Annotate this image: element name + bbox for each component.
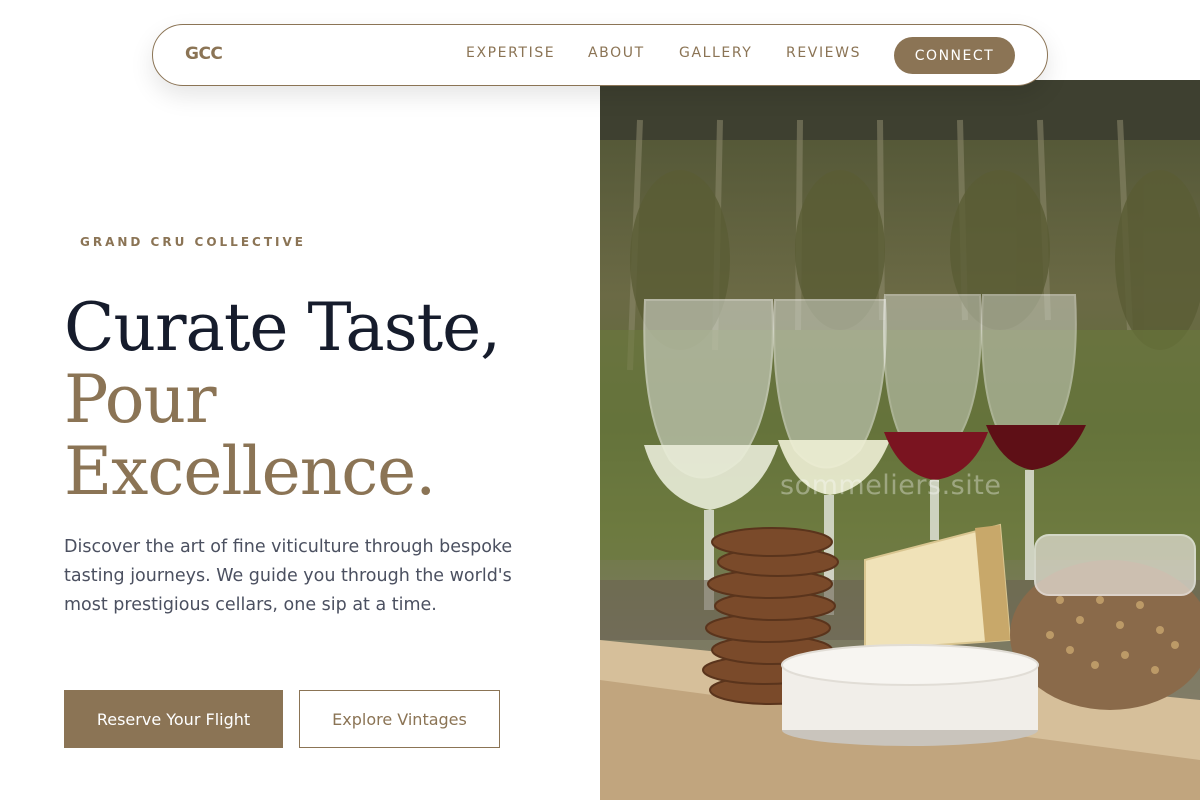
top-navigation: GCC EXPERTISE ABOUT GALLERY REVIEWS CONN… bbox=[152, 24, 1048, 86]
image-watermark: sommeliers.site bbox=[780, 470, 1002, 501]
wine-tasting-illustration bbox=[600, 80, 1200, 800]
reserve-flight-button[interactable]: Reserve Your Flight bbox=[64, 690, 283, 748]
nav-link-about[interactable]: ABOUT bbox=[588, 45, 645, 61]
nav-link-gallery[interactable]: GALLERY bbox=[679, 45, 752, 61]
explore-vintages-button[interactable]: Explore Vintages bbox=[299, 690, 500, 748]
nav-link-reviews[interactable]: REVIEWS bbox=[786, 45, 861, 61]
eyebrow-label: GRAND CRU COLLECTIVE bbox=[80, 235, 306, 249]
connect-button[interactable]: CONNECT bbox=[894, 37, 1015, 74]
headline-line-1: Curate Taste, bbox=[64, 289, 501, 366]
hero-description: Discover the art of fine viticulture thr… bbox=[64, 537, 513, 615]
headline-line-2: Pour bbox=[64, 361, 217, 438]
hero-image: sommeliers.site bbox=[600, 80, 1200, 800]
brand-logo[interactable]: GCC bbox=[185, 44, 223, 64]
hero-headline: Curate Taste, Pour Excellence. bbox=[64, 289, 501, 510]
nav-link-expertise[interactable]: EXPERTISE bbox=[466, 45, 555, 61]
headline-line-3: Excellence. bbox=[64, 433, 436, 510]
